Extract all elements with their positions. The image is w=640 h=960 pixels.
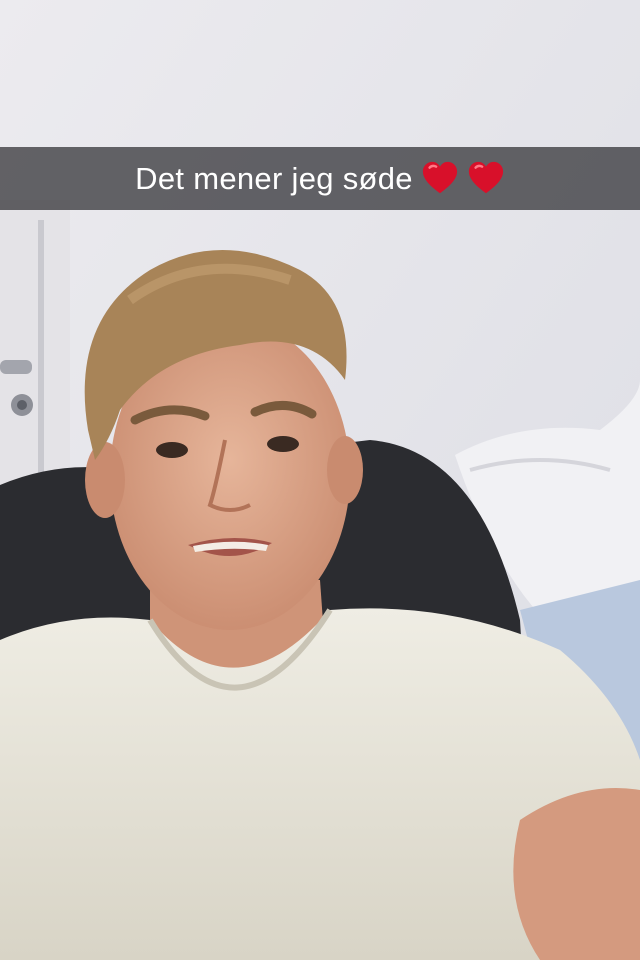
selfie-photo — [0, 0, 640, 960]
door-handle — [0, 360, 32, 374]
arm — [513, 788, 640, 960]
door-frame — [0, 200, 70, 490]
caption-text: Det mener jeg søde — [135, 160, 413, 196]
heart-icon — [467, 160, 505, 198]
heart-icon — [421, 160, 459, 198]
caption-bar[interactable]: Det mener jeg søde — [0, 147, 640, 210]
snap-view[interactable]: Det mener jeg søde — [0, 0, 640, 960]
